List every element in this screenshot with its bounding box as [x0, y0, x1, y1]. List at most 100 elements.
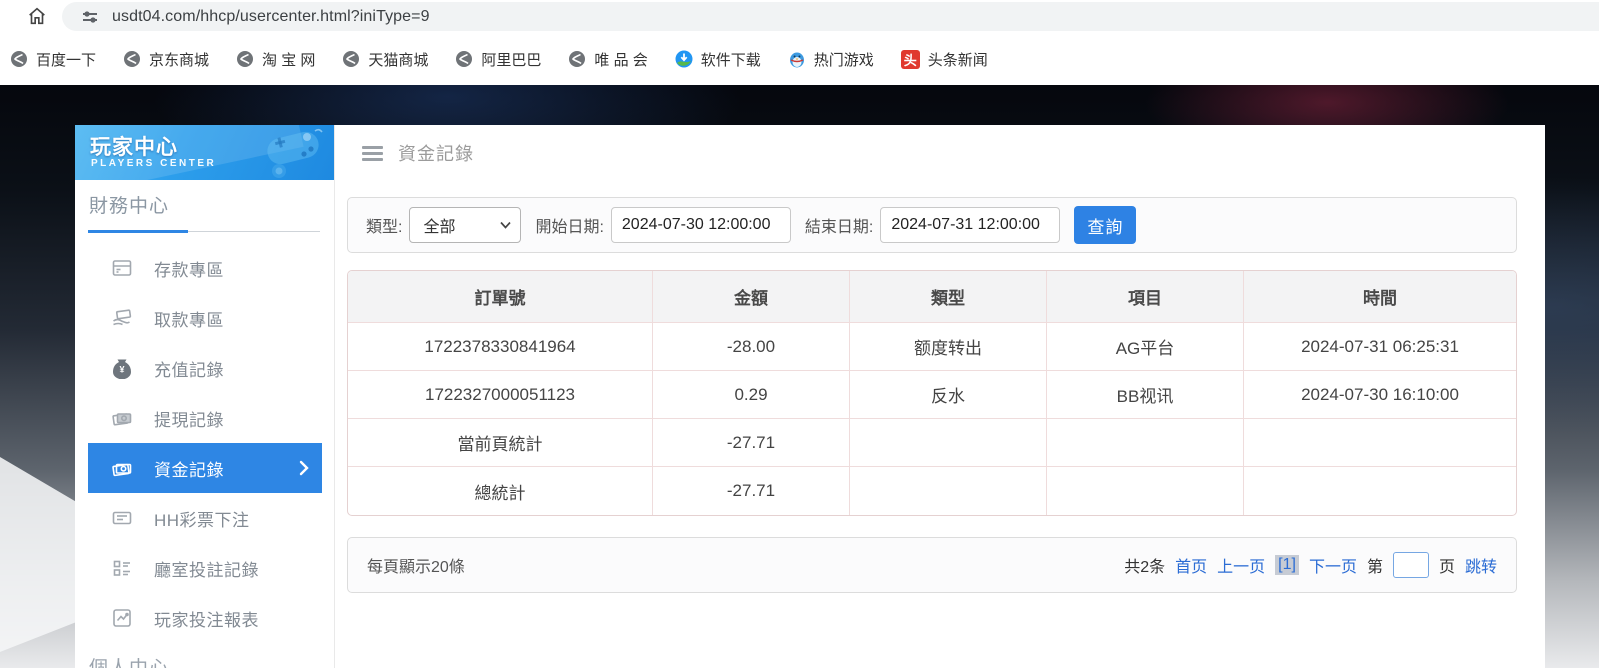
bookmark-tmall[interactable]: 天猫商城 — [342, 49, 428, 70]
globe-icon — [123, 50, 141, 68]
sidebar-item-deposit[interactable]: 存款專區 — [75, 243, 335, 293]
globe-icon — [568, 50, 586, 68]
end-date-label: 結束日期: — [805, 213, 873, 237]
jump-button[interactable]: 跳转 — [1465, 553, 1497, 577]
bookmark-taobao[interactable]: 淘 宝 网 — [236, 49, 315, 70]
lottery-icon — [111, 507, 133, 529]
cell-item: AG平台 — [1047, 323, 1244, 370]
hall-record-icon — [111, 557, 133, 579]
table-row: 1722378330841964 -28.00 额度转出 AG平台 2024-0… — [348, 323, 1516, 371]
cell-order-no: 1722378330841964 — [348, 323, 653, 370]
bookmark-alibaba[interactable]: 阿里巴巴 — [455, 49, 541, 70]
deposit-icon — [111, 257, 133, 279]
sidebar-item-hall-bet-record[interactable]: 廳室投註記錄 — [75, 543, 335, 593]
prev-page-link[interactable]: 上一页 — [1217, 553, 1265, 577]
page-size-text: 每頁顯示20條 — [367, 553, 465, 577]
recharge-icon: ¥ — [111, 357, 133, 379]
globe-icon — [342, 50, 360, 68]
current-page-indicator: [1] — [1275, 555, 1299, 575]
cell-item: BB视讯 — [1047, 371, 1244, 418]
sidebar-item-cashout-record[interactable]: 提現記錄 — [75, 393, 335, 443]
search-button[interactable]: 查詢 — [1074, 206, 1136, 244]
address-bar[interactable]: usdt04.com/hhcp/usercenter.html?iniType=… — [62, 2, 1599, 31]
sidebar-item-label: 資金記錄 — [154, 456, 224, 481]
sidebar: 玩家中心 PLAYERS CENTER 財務中心 存款專區 取款專區 — [75, 125, 335, 668]
report-icon — [111, 607, 133, 629]
home-icon[interactable] — [26, 5, 48, 27]
sidebar-item-label: 廳室投註記錄 — [154, 556, 259, 581]
screen: usdt04.com/hhcp/usercenter.html?iniType=… — [0, 0, 1599, 668]
bookmark-label: 京东商城 — [149, 49, 209, 70]
header-amount: 金額 — [653, 271, 850, 322]
bookmark-label: 阿里巴巴 — [481, 49, 541, 70]
cell-empty — [1047, 467, 1244, 515]
start-date-input[interactable] — [611, 207, 791, 243]
cell-time: 2024-07-31 06:25:31 — [1244, 323, 1516, 370]
sidebar-item-hh-lottery-bet[interactable]: HH彩票下注 — [75, 493, 335, 543]
cell-empty — [1244, 467, 1516, 515]
sidebar-banner: 玩家中心 PLAYERS CENTER — [75, 125, 335, 180]
cell-time: 2024-07-30 16:10:00 — [1244, 371, 1516, 418]
bookmark-jd[interactable]: 京东商城 — [123, 49, 209, 70]
cell-empty — [1244, 419, 1516, 466]
sidebar-title: 玩家中心 — [90, 131, 178, 161]
content-header: 資金記錄 — [362, 140, 474, 166]
bookmark-toutiao-news[interactable]: 头 头条新闻 — [901, 49, 988, 70]
bookmark-vip[interactable]: 唯 品 会 — [568, 49, 647, 70]
gamepad-icon — [249, 127, 327, 179]
cell-type: 反水 — [850, 371, 1047, 418]
sidebar-item-player-bet-report[interactable]: 玩家投注報表 — [75, 593, 335, 643]
url-text[interactable]: usdt04.com/hhcp/usercenter.html?iniType=… — [112, 8, 430, 26]
menu-toggle-icon[interactable] — [362, 146, 383, 161]
section-divider — [88, 231, 320, 232]
toutiao-icon: 头 — [901, 50, 920, 69]
pagination-bar: 每頁顯示20條 共2条 首页 上一页 [1] 下一页 第 页 跳转 — [347, 537, 1517, 593]
total-count-text: 共2条 — [1124, 553, 1165, 577]
table-row-page-total: 當前頁統計 -27.71 — [348, 419, 1516, 467]
site-settings-icon[interactable] — [81, 8, 99, 26]
next-page-link[interactable]: 下一页 — [1309, 553, 1357, 577]
chevron-right-icon — [299, 460, 309, 476]
jump-page-input[interactable] — [1393, 552, 1429, 578]
bookmark-hot-games[interactable]: 热门游戏 — [788, 49, 874, 70]
cell-amount: 0.29 — [653, 371, 850, 418]
cell-label: 當前頁統計 — [348, 419, 653, 466]
bookmark-label: 天猫商城 — [368, 49, 428, 70]
cell-amount: -27.71 — [653, 467, 850, 515]
start-date-label: 開始日期: — [535, 213, 603, 237]
sidebar-item-label: 提現記錄 — [154, 406, 224, 431]
end-date-input[interactable] — [880, 207, 1060, 243]
funds-table: 訂單號 金額 類型 項目 時間 1722378330841964 -28.00 … — [347, 270, 1517, 516]
bookmark-baidu[interactable]: 百度一下 — [10, 49, 96, 70]
withdraw-icon — [111, 307, 133, 329]
type-label: 類型: — [366, 213, 402, 237]
sidebar-item-funds-record[interactable]: 資金記錄 — [88, 443, 322, 493]
table-row: 1722327000051123 0.29 反水 BB视讯 2024-07-30… — [348, 371, 1516, 419]
filter-bar: 類型: 全部 開始日期: 結束日期: 查詢 — [347, 197, 1517, 253]
globe-icon — [236, 50, 254, 68]
sidebar-item-recharge-record[interactable]: ¥ 充值記錄 — [75, 343, 335, 393]
table-row-grand-total: 總統計 -27.71 — [348, 467, 1516, 515]
header-order-no: 訂單號 — [348, 271, 653, 322]
sidebar-section-finance: 財務中心 — [89, 191, 169, 218]
bookmark-label: 百度一下 — [36, 49, 96, 70]
header-item: 項目 — [1047, 271, 1244, 322]
cashout-icon — [111, 407, 133, 429]
bookmark-software-download[interactable]: 软件下载 — [675, 49, 761, 70]
svg-text:¥: ¥ — [119, 365, 124, 375]
globe-icon — [455, 50, 473, 68]
globe-icon — [10, 50, 28, 68]
first-page-link[interactable]: 首页 — [1175, 553, 1207, 577]
jump-prefix-text: 第 — [1367, 553, 1383, 577]
sidebar-section-next-clipped: 個人中心 — [89, 653, 169, 668]
cell-amount: -28.00 — [653, 323, 850, 370]
header-type: 類型 — [850, 271, 1047, 322]
type-select-value: 全部 — [423, 213, 455, 237]
sidebar-item-label: 充值記錄 — [154, 356, 224, 381]
table-header-row: 訂單號 金額 類型 項目 時間 — [348, 271, 1516, 323]
chevron-down-icon — [500, 221, 511, 229]
cell-empty — [850, 419, 1047, 466]
type-select[interactable]: 全部 — [409, 207, 521, 243]
sidebar-item-label: HH彩票下注 — [154, 506, 250, 531]
sidebar-item-withdraw[interactable]: 取款專區 — [75, 293, 335, 343]
